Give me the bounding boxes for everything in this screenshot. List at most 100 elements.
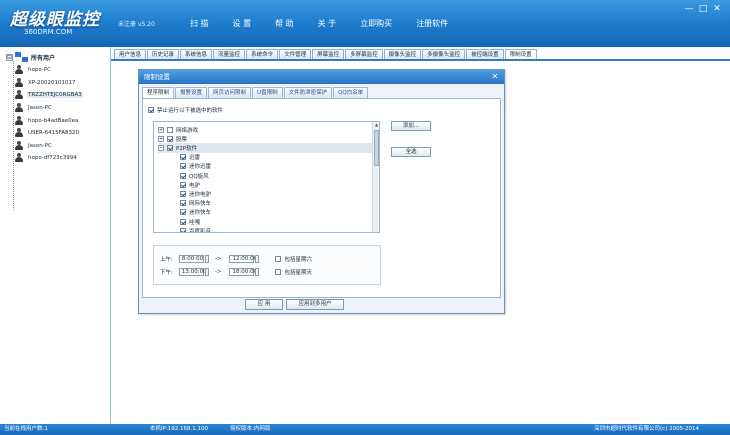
select-all-button[interactable]: 全选 xyxy=(391,147,431,157)
program-list-item[interactable]: 百度影音 xyxy=(180,226,212,233)
program-label: 电驴 xyxy=(189,182,201,189)
user-tree-item[interactable]: Jason-PC xyxy=(14,102,83,115)
program-checkbox[interactable] xyxy=(180,154,186,161)
user-icon xyxy=(14,115,24,126)
apply-button[interactable]: 应 用 xyxy=(245,299,283,310)
am-start-input[interactable]: 8:00:00 xyxy=(178,255,204,263)
license-version: 授权版本:内网版 xyxy=(230,426,271,432)
dialog-title: 限制设置 xyxy=(144,73,170,81)
copyright: 深圳市超时代软件有限公司(c) 2005-2014 xyxy=(594,426,700,432)
program-list-item[interactable]: 迅雷 xyxy=(180,153,200,162)
user-tree-item-label: XP-20020101017 xyxy=(28,79,76,86)
user-tree-item-label: TRZZHTEJC0RGBA3 xyxy=(27,92,83,99)
pm-start-spinner[interactable] xyxy=(204,268,209,276)
close-icon[interactable]: ✕ xyxy=(710,3,724,15)
program-list-item[interactable]: − P2P软件 xyxy=(158,143,373,153)
program-checkbox[interactable] xyxy=(180,172,186,179)
menu-buy-now[interactable]: 立即购买 xyxy=(348,14,404,34)
user-icon xyxy=(14,103,24,113)
forbid-programs-checkbox[interactable] xyxy=(148,107,154,113)
program-label: 百度影音 xyxy=(189,228,212,233)
program-checkbox[interactable] xyxy=(180,190,186,197)
user-tree-item[interactable]: Jason-PC xyxy=(14,140,83,153)
minimize-icon[interactable]: — xyxy=(682,3,696,15)
program-list-item[interactable]: QQ旋风 xyxy=(180,171,209,180)
program-list-item[interactable]: + 网络游戏 xyxy=(158,125,198,134)
menu-help[interactable]: 帮 助 xyxy=(263,14,306,34)
user-tree-item[interactable]: TRZZHTEJC0RGBA3 xyxy=(14,89,83,102)
program-checkbox[interactable] xyxy=(180,227,186,232)
program-list-item[interactable]: 网际快车 xyxy=(180,199,211,208)
program-list-item[interactable]: 迷你电驴 xyxy=(180,189,211,198)
maximize-icon[interactable]: □ xyxy=(696,3,710,15)
user-tree-item-label: hopo-b4adBae0ea xyxy=(28,117,79,124)
pm-end-input[interactable]: 18:00:00 xyxy=(229,268,257,276)
program-label: 迷你电驴 xyxy=(189,191,212,198)
dialog-tab[interactable]: 文件防泄密保护 xyxy=(283,87,333,98)
app-subtitle: 360DRM.COM xyxy=(24,28,73,36)
include-saturday-label: 包括星期六 xyxy=(284,257,312,263)
user-tree-item[interactable]: hopo-b4adBae0ea xyxy=(14,114,83,127)
program-checkbox[interactable] xyxy=(167,144,173,151)
user-tree-item[interactable]: XP-20020101017 xyxy=(14,77,83,90)
menu-settings[interactable]: 设 置 xyxy=(221,14,264,34)
expand-icon[interactable]: + xyxy=(158,126,164,133)
include-sunday-checkbox[interactable] xyxy=(275,269,282,275)
user-tree-item-label: Jason-PC xyxy=(28,105,52,112)
dialog-tab[interactable]: U盘限制 xyxy=(252,87,283,98)
program-label: QQ旋风 xyxy=(189,173,209,180)
add-program-button[interactable]: 添加... xyxy=(391,121,431,131)
program-label: 网络游戏 xyxy=(176,127,199,134)
menu-scan[interactable]: 扫 描 xyxy=(178,14,221,34)
dialog-tab-bar: 程序限制 报警设置 网页访问限制 U盘限制 文件防泄密保护 QQ白名单 xyxy=(142,87,369,98)
pm-start-input[interactable]: 13:00:00 xyxy=(178,268,207,276)
am-end-spinner[interactable] xyxy=(255,255,260,263)
program-list-item[interactable]: 迷你迅雷 xyxy=(180,162,211,171)
dialog-tab[interactable]: QQ白名单 xyxy=(333,87,369,98)
program-checkbox[interactable] xyxy=(180,163,186,170)
program-checkbox[interactable] xyxy=(180,181,186,188)
dialog-close-icon[interactable]: ✕ xyxy=(490,72,500,82)
user-tree-item[interactable]: hopo-df723c3994 xyxy=(14,152,83,165)
program-label: 网际快车 xyxy=(189,201,212,208)
program-list-item[interactable]: 迷你快车 xyxy=(180,208,211,217)
menu-about[interactable]: 关 于 xyxy=(306,14,349,34)
am-time-row: 上午: 8:00:00 -> 12:00:00 包括星期六 xyxy=(160,255,312,263)
pm-end-spinner[interactable] xyxy=(255,268,260,276)
program-list-item[interactable]: + 股票 xyxy=(158,134,187,143)
program-checkbox[interactable] xyxy=(167,126,173,133)
menu-register[interactable]: 注册软件 xyxy=(404,14,460,34)
include-sunday-label: 包括星期天 xyxy=(284,270,312,276)
program-checkbox[interactable] xyxy=(180,200,186,207)
program-list-scrollbar[interactable]: ▲ xyxy=(372,122,379,232)
am-arrow: -> xyxy=(214,256,222,262)
collapse-icon[interactable]: − xyxy=(158,144,164,151)
collapse-icon[interactable]: ⊟ xyxy=(6,53,13,61)
program-list-item[interactable]: 哇嘎 xyxy=(180,217,200,226)
dialog-tab[interactable]: 网页访问限制 xyxy=(208,87,252,98)
user-tree-item[interactable]: USER-6415FA8320 xyxy=(14,127,83,140)
user-tree-item-label: hopo-PC xyxy=(28,67,51,74)
app-header: 超级眼监控 360DRM.COM 未注册 v5.20 扫 描 设 置 帮 助 关… xyxy=(0,0,730,47)
expand-icon[interactable]: + xyxy=(158,135,164,142)
user-tree-item-label: hopo-df723c3994 xyxy=(28,155,77,162)
scroll-thumb[interactable] xyxy=(374,130,379,166)
local-ip: 本机IP:192.168.1.100 xyxy=(150,426,209,432)
program-list-item[interactable]: 电驴 xyxy=(180,180,200,189)
am-end-input[interactable]: 12:00:00 xyxy=(229,255,257,263)
scroll-up-icon[interactable]: ▲ xyxy=(374,122,379,128)
am-start-spinner[interactable] xyxy=(204,255,209,263)
dialog-tab[interactable]: 程序限制 xyxy=(142,87,175,98)
include-saturday-checkbox[interactable] xyxy=(275,256,282,262)
apply-to-multiple-users-button[interactable]: 应用到多用户 xyxy=(286,299,344,310)
program-checkbox[interactable] xyxy=(167,135,173,142)
program-checkbox[interactable] xyxy=(180,218,186,225)
include-sunday-row[interactable]: 包括星期天 xyxy=(275,268,312,276)
dialog-tab[interactable]: 报警设置 xyxy=(175,87,208,98)
include-saturday-row[interactable]: 包括星期六 xyxy=(275,255,312,263)
forbid-programs-row[interactable]: 禁止运行以下被选中的软件 xyxy=(148,106,223,114)
program-checkbox[interactable] xyxy=(180,209,186,216)
program-restriction-panel: 禁止运行以下被选中的软件 + 网络游戏 + 股票 − P2P软件 迅雷 迷你迅雷 QQ旋风电驴迷… xyxy=(142,98,501,298)
dialog-title-bar: 限制设置 ✕ xyxy=(139,70,504,84)
user-tree-item[interactable]: hopo-PC xyxy=(14,64,83,77)
